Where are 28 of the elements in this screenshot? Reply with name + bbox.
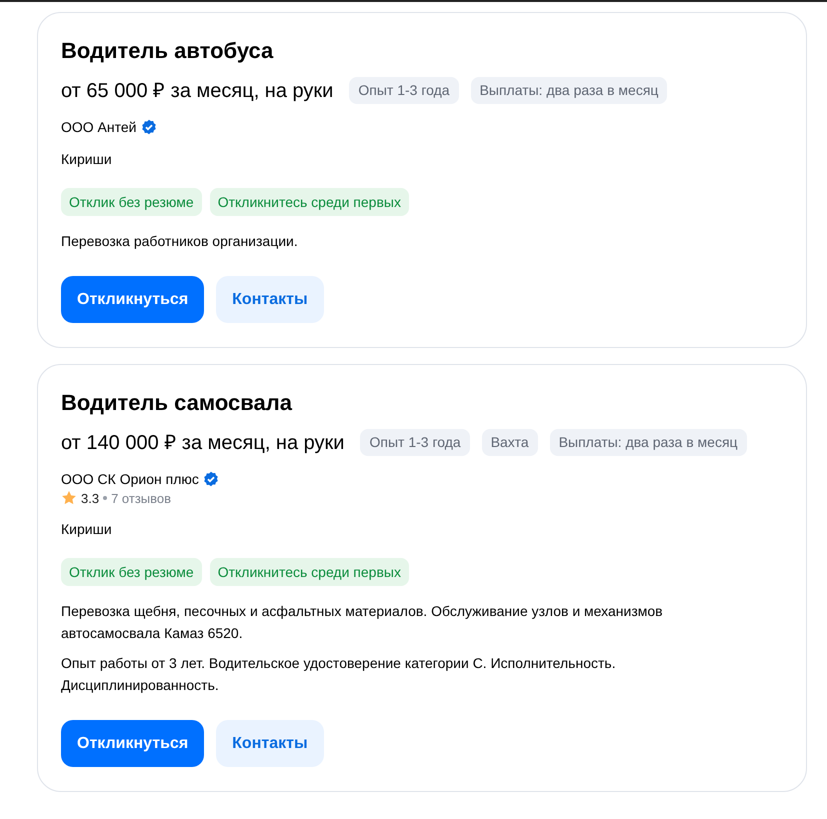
- job-title: Водитель самосвала: [61, 389, 294, 417]
- description-text: Перевозка щебня, песочных и асфальтных материалов. Обслуживание узлов и механизмов автосамосвала Камаз 6520.: [61, 602, 664, 643]
- rating-score: 3.3: [81, 490, 100, 506]
- description-text: Опыт работы от 3 лет. Водительское удостоверение категории С. Исполнительность. Дисциплинированность.: [61, 654, 617, 695]
- company-name: ООО Антей: [61, 118, 136, 136]
- contacts-button[interactable]: Контакты: [216, 720, 324, 767]
- salary-text: от 65 000 ₽ за месяц, на руки: [61, 78, 334, 104]
- company-name: ООО СК Орион плюс: [61, 470, 199, 488]
- salary-text: от 140 000 ₽ за месяц, на руки: [61, 430, 344, 456]
- feature-tag: Отклик без резюме: [61, 188, 202, 216]
- reviews-count: 7 отзывов: [111, 490, 172, 506]
- city-text: Кириши: [61, 520, 113, 538]
- info-chip: Выплаты: два раза в месяц: [470, 77, 668, 104]
- info-chip: Выплаты: два раза в месяц: [550, 429, 747, 456]
- star-icon: [61, 490, 77, 506]
- city-text: Кириши: [61, 150, 113, 168]
- info-chip: Вахта: [482, 429, 538, 456]
- separator-dot-icon: [103, 496, 108, 500]
- respond-button[interactable]: Откликнуться: [61, 720, 204, 767]
- respond-button[interactable]: Откликнуться: [61, 276, 204, 323]
- feature-tag: Отклик без резюме: [61, 558, 202, 586]
- info-chip: Опыт 1-3 года: [349, 77, 459, 104]
- feature-tag: Откликнитесь среди первых: [210, 188, 409, 216]
- feature-tag: Откликнитесь среди первых: [210, 558, 409, 586]
- info-chip: Опыт 1-3 года: [360, 429, 470, 456]
- contacts-button[interactable]: Контакты: [216, 276, 324, 323]
- job-title: Водитель автобуса: [61, 37, 274, 65]
- description-text: Перевозка работников организации.: [61, 232, 299, 251]
